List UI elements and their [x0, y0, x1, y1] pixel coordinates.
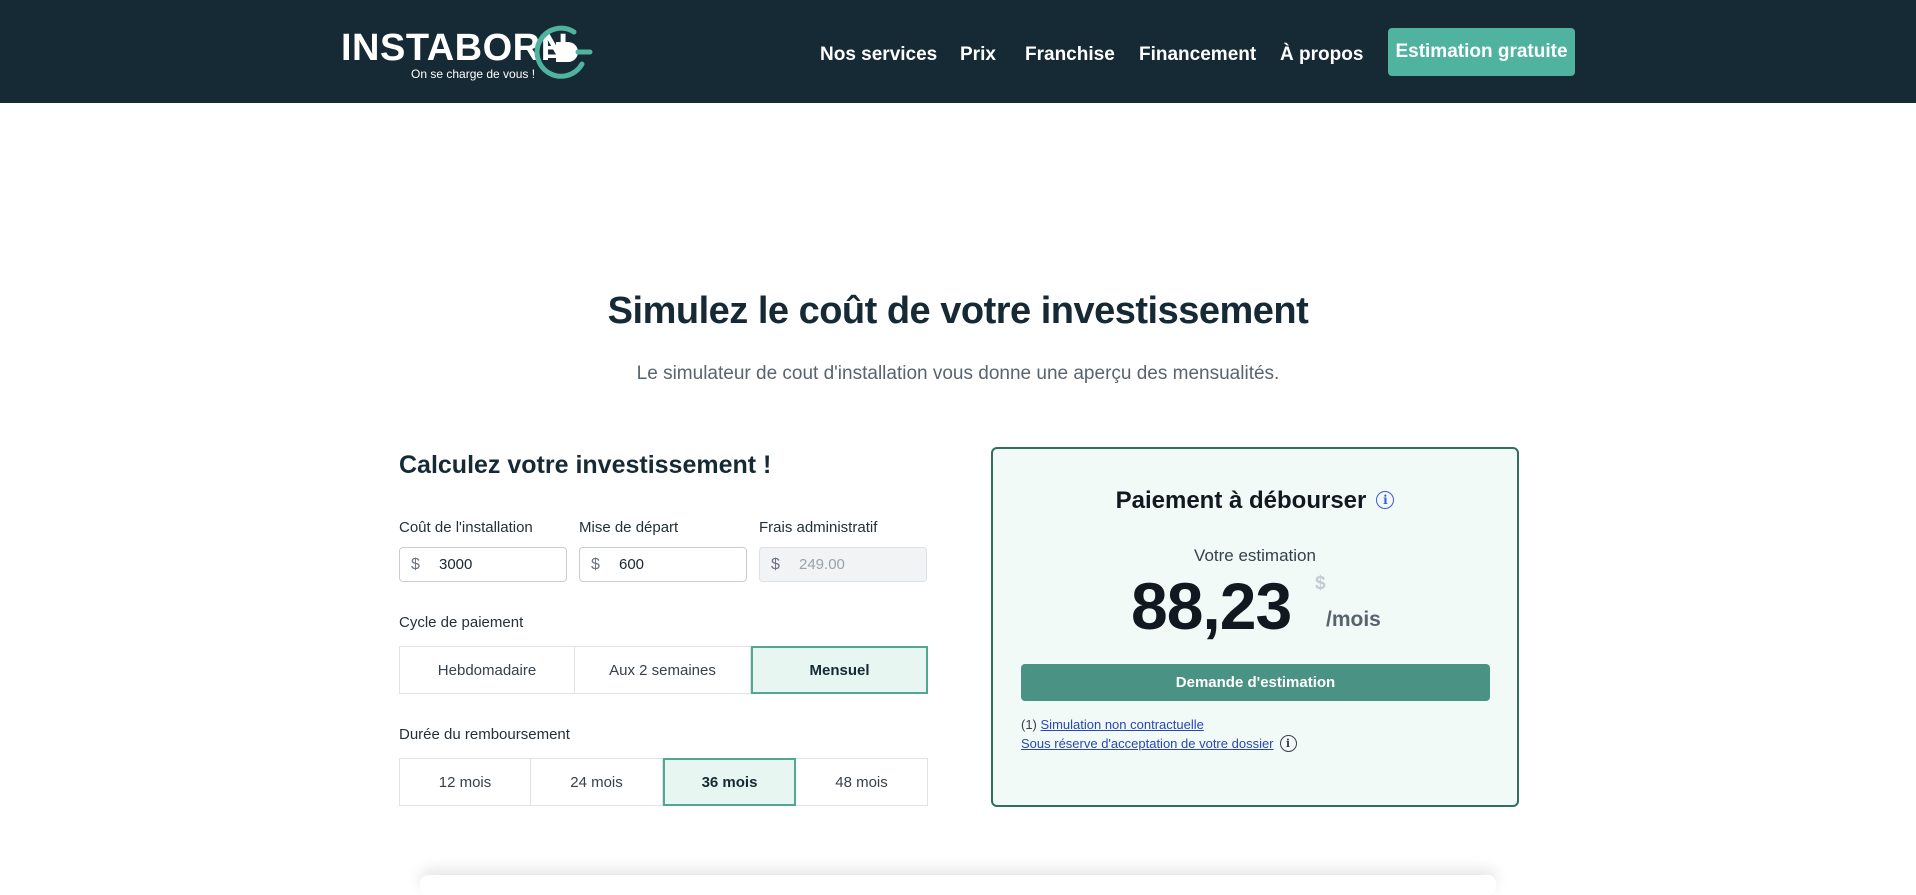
duration-label: Durée du remboursement	[399, 726, 570, 743]
down-payment-label: Mise de départ	[579, 519, 679, 536]
duration-option-48[interactable]: 48 mois	[796, 758, 928, 806]
payment-cycle-label: Cycle de paiement	[399, 614, 524, 631]
free-estimate-button[interactable]: Estimation gratuite	[1388, 28, 1575, 76]
duration-option-36[interactable]: 36 mois	[663, 758, 796, 806]
acceptance-link[interactable]: Sous réserve d'acceptation de votre doss…	[1021, 736, 1274, 751]
note-prefix: (1)	[1021, 717, 1037, 732]
duration-option-12[interactable]: 12 mois	[399, 758, 531, 806]
admin-fee-label: Frais administratif	[759, 519, 878, 536]
instaborn-logo[interactable]: INSTABORN On se charge de vous !	[341, 22, 601, 84]
plug-icon	[534, 25, 593, 79]
result-title-row: Paiement à débourser i	[993, 487, 1517, 515]
install-cost-label: Coût de l'installation	[399, 519, 533, 536]
page-title: Simulez le coût de votre investissement	[607, 290, 1309, 332]
nav-item-a-propos[interactable]: À propos	[1280, 44, 1363, 66]
result-title: Paiement à débourser	[1115, 487, 1367, 514]
info-icon[interactable]: i	[1376, 490, 1395, 509]
next-section-edge	[420, 875, 1496, 895]
estimate-currency: $	[1315, 573, 1326, 594]
nav-item-franchise[interactable]: Franchise	[1025, 44, 1115, 66]
estimate-unit: /mois	[1326, 608, 1381, 631]
info-icon[interactable]: i	[1279, 735, 1297, 753]
currency-symbol: $	[411, 555, 420, 573]
currency-symbol: $	[771, 555, 780, 573]
nav-item-services[interactable]: Nos services	[820, 44, 937, 66]
acceptance-note: Sous réserve d'acceptation de votre doss…	[1021, 735, 1297, 753]
nav-item-financement[interactable]: Financement	[1139, 44, 1256, 66]
nav-item-prix[interactable]: Prix	[960, 44, 996, 66]
currency-symbol: $	[591, 555, 600, 573]
cycle-option-biweekly[interactable]: Aux 2 semaines	[575, 646, 751, 694]
non-contractual-link[interactable]: Simulation non contractuelle	[1041, 717, 1204, 732]
down-payment-value: 600	[619, 556, 645, 573]
page-subtitle: Le simulateur de cout d'installation vou…	[636, 363, 1280, 384]
admin-fee-input: $ 249.00	[759, 547, 927, 582]
calculator-title: Calculez votre investissement !	[399, 451, 772, 479]
request-estimate-button[interactable]: Demande d'estimation	[1021, 664, 1490, 701]
payment-result-card: Paiement à débourser i Votre estimation 8…	[991, 447, 1519, 807]
payment-cycle-group: Hebdomadaire Aux 2 semaines Mensuel	[399, 646, 928, 694]
install-cost-input[interactable]: $ 3000	[399, 547, 567, 582]
admin-fee-value: 249.00	[799, 556, 845, 573]
disclaimer-note: (1) Simulation non contractuelle	[1021, 717, 1204, 732]
down-payment-input[interactable]: $ 600	[579, 547, 747, 582]
estimate-label: Votre estimation	[1194, 546, 1316, 565]
cycle-option-weekly[interactable]: Hebdomadaire	[399, 646, 575, 694]
install-cost-value: 3000	[439, 556, 473, 573]
duration-group: 12 mois 24 mois 36 mois 48 mois	[399, 758, 928, 806]
estimate-amount: 88,23	[1131, 569, 1292, 643]
logo-tagline: On se charge de vous !	[411, 67, 536, 81]
cycle-option-monthly[interactable]: Mensuel	[751, 646, 928, 694]
site-header: INSTABORN On se charge de vous ! Nos ser…	[0, 0, 1916, 103]
duration-option-24[interactable]: 24 mois	[531, 758, 663, 806]
